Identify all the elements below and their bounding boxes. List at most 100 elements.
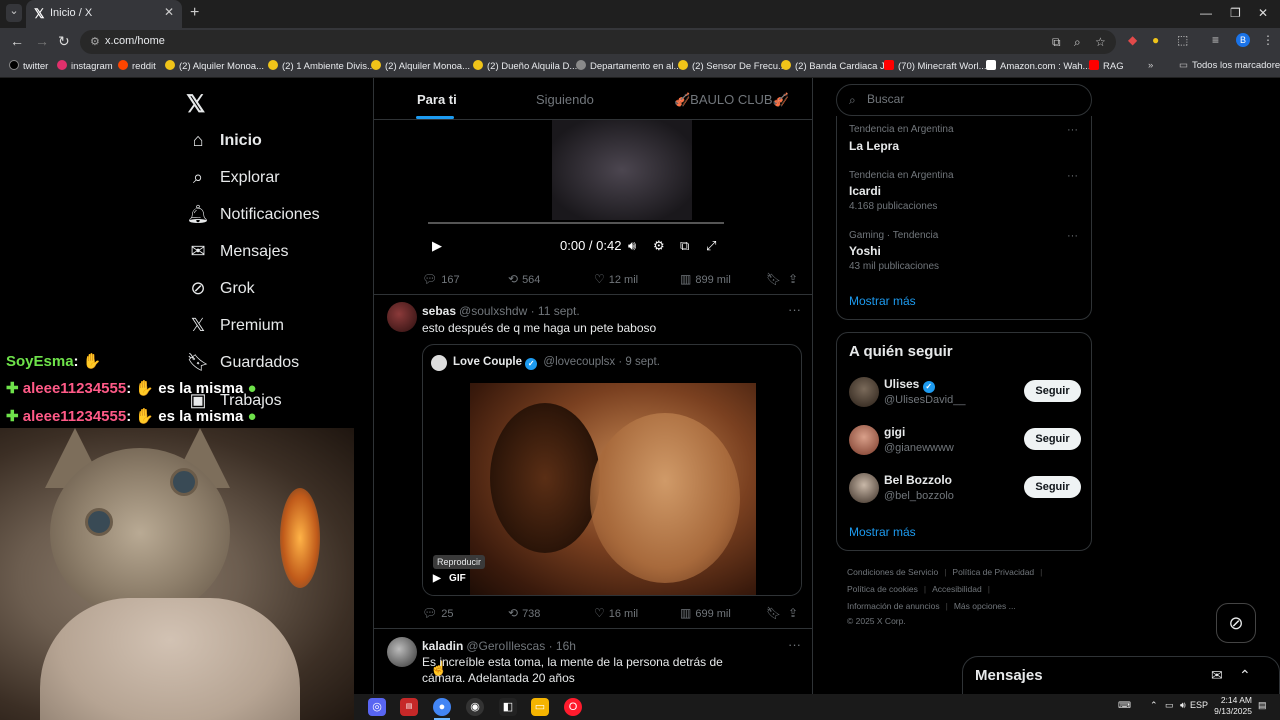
new-tab-button[interactable]: +	[190, 4, 199, 22]
bookmark-item[interactable]: instagram	[57, 60, 113, 72]
bookmark-item[interactable]: twitter	[9, 60, 48, 72]
follow-button[interactable]: Seguir	[1024, 476, 1081, 498]
opera-icon[interactable]: O	[564, 698, 582, 716]
show-more-link[interactable]: Mostrar más	[849, 525, 916, 539]
bookmark-button[interactable]: 🔖︎	[766, 606, 785, 620]
footer-link[interactable]: Accesibilidad	[932, 584, 982, 594]
video-progress-bar[interactable]	[428, 222, 724, 224]
close-tab-icon[interactable]: ✕	[164, 5, 174, 19]
minimize-icon[interactable]: —	[1200, 6, 1212, 20]
menu-kebab-icon[interactable]: ⋮	[1262, 33, 1274, 47]
expand-chevrons-icon[interactable]: ⌃	[1239, 667, 1251, 684]
more-options-icon[interactable]: ···	[788, 302, 801, 317]
play-icon[interactable]: ▶	[432, 238, 442, 254]
new-message-icon[interactable]: ✉	[1211, 667, 1223, 684]
bookmark-item[interactable]: (70) Minecraft Worl...	[884, 60, 987, 72]
gif-play-button[interactable]: ▶ GIF	[433, 573, 466, 584]
bookmark-item[interactable]: (2) Dueño Alquila D...	[473, 60, 577, 72]
search-box[interactable]: ⌕	[836, 84, 1092, 116]
show-more-link[interactable]: Mostrar más	[849, 294, 916, 308]
volume-icon[interactable]: 🔊︎	[1180, 700, 1186, 711]
bookmark-item[interactable]: (2) Banda Cardiaca J...	[781, 60, 893, 72]
more-options-icon[interactable]: ···	[1067, 124, 1078, 136]
search-input[interactable]	[867, 92, 1077, 106]
site-info-icon[interactable]: ⚙	[90, 35, 100, 48]
grok-button[interactable]: ⊘	[1216, 603, 1256, 643]
more-options-icon[interactable]: ···	[1067, 170, 1078, 182]
repost-button[interactable]: ⟲ 738	[508, 606, 540, 620]
follow-button[interactable]: Seguir	[1024, 428, 1081, 450]
fullscreen-icon[interactable]: ⤢	[706, 238, 716, 254]
footer-link[interactable]: Política de cookies	[847, 584, 918, 594]
repost-button[interactable]: ⟲ 564	[508, 272, 540, 286]
all-bookmarks-folder[interactable]: ▭ Todos los marcadores	[1179, 60, 1280, 71]
video-player[interactable]: ▶ 0:00 / 0:42 🔊︎ ⚙ ⧉ ⤢	[422, 120, 728, 258]
forward-icon[interactable]: →	[35, 33, 49, 49]
news-app-icon[interactable]: ▤	[400, 698, 418, 716]
tweet-author[interactable]: sebas @soulxshdw · 11 sept.	[422, 304, 580, 318]
footer-link[interactable]: Información de anuncios	[847, 601, 940, 611]
bookmark-item[interactable]: (2) Alquiler Monoa...	[165, 60, 264, 72]
profile-avatar[interactable]: B	[1236, 33, 1250, 47]
avatar[interactable]	[849, 377, 879, 407]
quoted-tweet[interactable]: Love Couple ✓ @lovecouplsx · 9 sept. Rep…	[422, 344, 802, 596]
reading-list-icon[interactable]: ≡	[1212, 33, 1219, 47]
bookmark-item[interactable]: Departamento en al...	[576, 60, 681, 72]
bookmark-button[interactable]: 🔖︎	[766, 272, 785, 286]
keyboard-icon[interactable]: ⌨	[1118, 700, 1131, 711]
show-hidden-icons-icon[interactable]: ⌃	[1150, 700, 1158, 711]
notifications-icon[interactable]: ▤	[1258, 700, 1267, 711]
footer-link[interactable]: Más opciones ...	[954, 601, 1016, 611]
share-button[interactable]: ⇪	[788, 606, 802, 620]
more-bookmarks-icon[interactable]: »	[1148, 60, 1153, 71]
bookmark-item[interactable]: (2) Sensor De Frecu...	[678, 60, 786, 72]
file-explorer-icon[interactable]: ▭	[531, 698, 549, 716]
share-button[interactable]: ⇪	[788, 272, 802, 286]
gif-media[interactable]: Reproducir ▶ GIF	[423, 383, 801, 595]
reply-button[interactable]: 💬︎ 25	[422, 606, 453, 620]
more-options-icon[interactable]: ···	[1067, 230, 1078, 242]
tab-baulo-club[interactable]: 🎻BAULO CLUB🎻	[674, 92, 789, 108]
browser-tab[interactable]: 𝕏 Inicio / X ✕	[26, 0, 182, 28]
restore-icon[interactable]: ❐	[1230, 6, 1241, 20]
network-icon[interactable]: ▭	[1165, 700, 1174, 711]
tab-search-button[interactable]: ⌄	[6, 4, 22, 22]
avatar[interactable]	[387, 637, 417, 667]
app-icon[interactable]: ◧	[499, 698, 517, 716]
address-bar[interactable]: ⚙ x.com/home ⧉ ⌕ ☆	[80, 30, 1116, 54]
pip-icon[interactable]: ⧉	[680, 238, 689, 254]
tab-para-ti[interactable]: Para ti	[417, 92, 457, 107]
extensions-puzzle-icon[interactable]: ⬚	[1177, 33, 1188, 47]
reload-icon[interactable]: ↻	[58, 33, 70, 50]
bookmark-item[interactable]: Amazon.com : Wah...	[986, 60, 1090, 72]
x-logo-icon[interactable]: 𝕏	[186, 90, 205, 119]
star-icon[interactable]: ☆	[1095, 35, 1106, 49]
bookmark-item[interactable]: RAG	[1089, 60, 1124, 72]
volume-icon[interactable]: 🔊︎	[628, 238, 636, 254]
extension-2-icon[interactable]: ●	[1152, 33, 1159, 47]
footer-link[interactable]: Condiciones de Servicio	[847, 567, 938, 577]
tab-siguiendo[interactable]: Siguiendo	[536, 92, 594, 107]
like-button[interactable]: ♡ 12 mil	[594, 272, 638, 286]
follow-button[interactable]: Seguir	[1024, 380, 1081, 402]
bookmark-item[interactable]: (2) Alquiler Monoa...	[371, 60, 470, 72]
avatar[interactable]	[849, 473, 879, 503]
bookmark-item[interactable]: (2) 1 Ambiente Divis...	[268, 60, 375, 72]
extension-icon[interactable]: ◆	[1128, 33, 1137, 47]
avatar[interactable]	[849, 425, 879, 455]
install-app-icon[interactable]: ⧉	[1052, 35, 1061, 50]
views-button[interactable]: ▥ 899 mil	[680, 272, 731, 286]
reply-button[interactable]: 💬︎ 167	[422, 272, 460, 286]
tweet-author[interactable]: kaladin @GeroIllescas · 16h	[422, 639, 576, 653]
back-icon[interactable]: ←	[10, 33, 24, 49]
views-button[interactable]: ▥ 699 mil	[680, 606, 731, 620]
footer-link[interactable]: Política de Privacidad	[952, 567, 1034, 577]
more-options-icon[interactable]: ···	[788, 637, 801, 652]
discord-icon[interactable]: ◎	[368, 698, 386, 716]
bookmark-item[interactable]: reddit	[118, 60, 156, 72]
avatar[interactable]	[387, 302, 417, 332]
like-button[interactable]: ♡ 16 mil	[594, 606, 638, 620]
obs-icon[interactable]: ◉	[466, 698, 484, 716]
settings-gear-icon[interactable]: ⚙	[653, 238, 665, 254]
zoom-icon[interactable]: ⌕	[1074, 35, 1081, 50]
